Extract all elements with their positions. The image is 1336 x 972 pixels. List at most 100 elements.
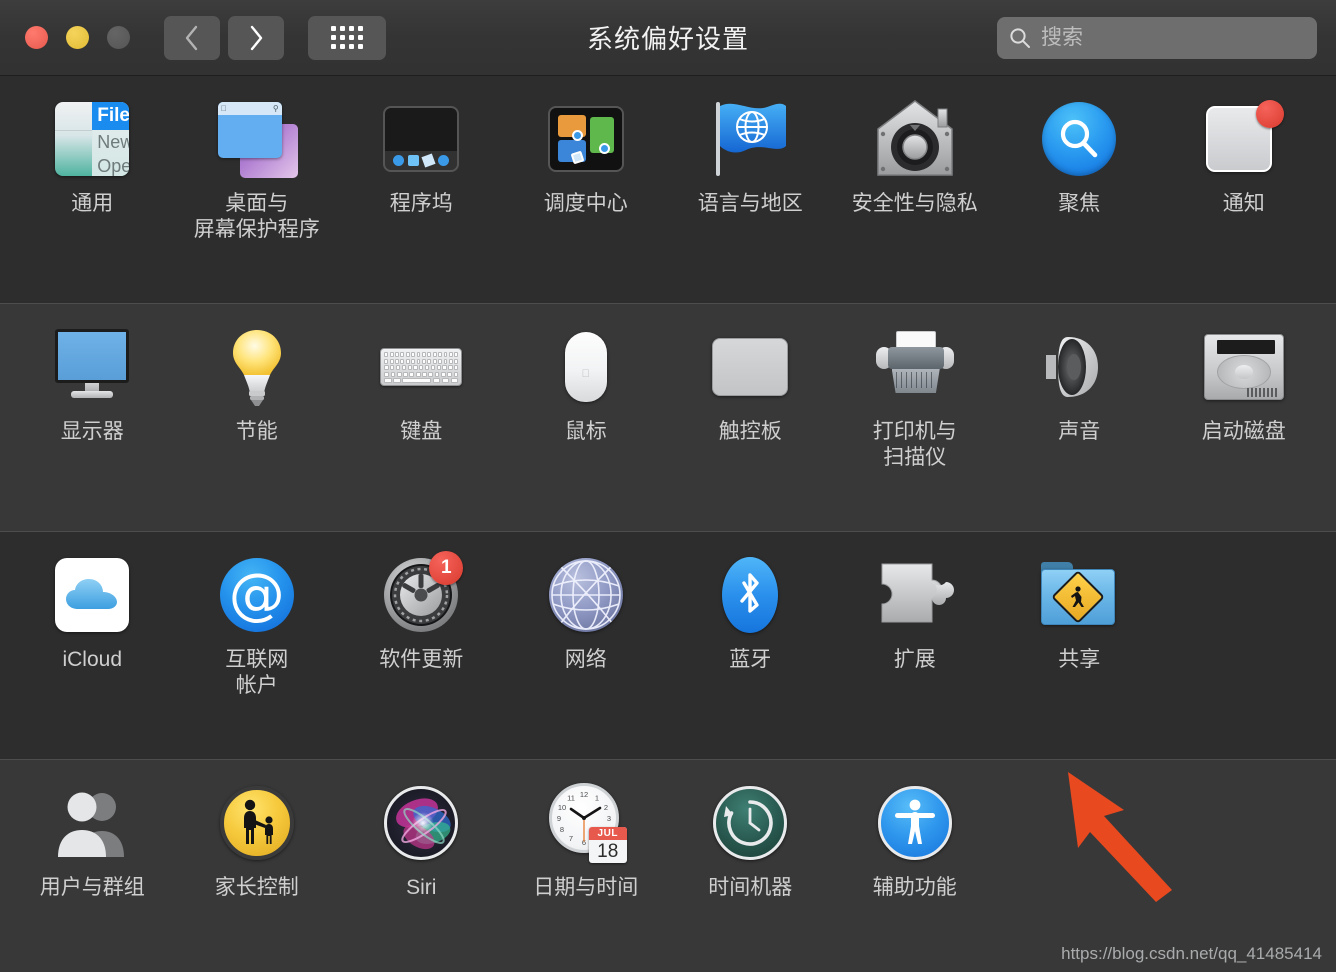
clock-arrow-icon xyxy=(724,800,773,846)
pref-item-mission-control[interactable]: 调度中心 xyxy=(504,76,669,304)
pref-item-siri[interactable]: Siri xyxy=(339,760,504,972)
pref-label-time-machine: 时间机器 xyxy=(708,876,793,899)
cloud-icon xyxy=(66,579,118,609)
forward-button[interactable] xyxy=(228,15,284,60)
pref-item-date-time[interactable]: 1212 345 678 91011 xyxy=(504,760,669,972)
pref-item-desktop-screensaver[interactable]: ⚲ 桌面与 屏幕保护程序 xyxy=(175,76,340,304)
date-time-icon: 1212 345 678 91011 xyxy=(545,782,627,864)
pref-item-sharing[interactable]: 共享 xyxy=(997,532,1162,760)
pref-item-empty-r4-b xyxy=(1162,760,1327,972)
parent-child-icon xyxy=(243,799,273,844)
search-input[interactable] xyxy=(1041,26,1312,50)
pref-label-network: 网络 xyxy=(564,648,607,671)
pref-item-bluetooth[interactable]: 蓝牙 xyxy=(668,532,833,760)
pref-item-sound[interactable]: 声音 xyxy=(997,304,1162,532)
search-field[interactable] xyxy=(997,17,1317,59)
show-all-grid-button[interactable] xyxy=(308,15,386,60)
minimize-button[interactable] xyxy=(66,26,89,49)
pref-item-printers-scanners[interactable]: 打印机与 扫描仪 xyxy=(833,304,998,532)
chevron-left-icon xyxy=(185,25,198,50)
pref-label-startup-disk: 启动磁盘 xyxy=(1201,420,1286,443)
pref-item-general[interactable]: File New Ope 通用 xyxy=(10,76,175,304)
pref-item-spotlight[interactable]: 聚焦 xyxy=(997,76,1162,304)
pref-item-energy-saver[interactable]: 节能 xyxy=(175,304,340,532)
siri-icon xyxy=(380,782,462,864)
preferences-row-3: iCloud @ 互联网 帐户 1 软件更新 网络 蓝牙 扩展 共享 xyxy=(0,531,1336,760)
pref-item-time-machine[interactable]: 时间机器 xyxy=(668,760,833,972)
pref-item-network[interactable]: 网络 xyxy=(504,532,669,760)
pref-label-trackpad: 触控板 xyxy=(718,420,782,443)
parental-controls-icon xyxy=(216,782,298,864)
accessibility-icon xyxy=(874,782,956,864)
svg-text:2: 2 xyxy=(604,803,608,812)
displays-icon xyxy=(51,326,133,408)
svg-text:1: 1 xyxy=(595,794,599,803)
pref-item-accessibility[interactable]: 辅助功能 xyxy=(833,760,998,972)
keyboard-icon xyxy=(380,326,463,408)
mission-control-icon xyxy=(545,98,627,180)
software-update-icon: 1 xyxy=(380,551,464,636)
house-safe-icon xyxy=(877,100,953,176)
flag-globe-icon xyxy=(720,103,787,153)
pref-item-dock[interactable]: 程序坞 xyxy=(339,76,504,304)
pref-label-mission-control: 调度中心 xyxy=(543,192,628,215)
calendar-month: JUL xyxy=(588,827,627,840)
traffic-light-group xyxy=(25,26,130,49)
pref-item-trackpad[interactable]: 触控板 xyxy=(668,304,833,532)
icloud-icon xyxy=(51,554,133,636)
pref-item-internet-accounts[interactable]: @ 互联网 帐户 xyxy=(175,532,340,760)
general-icon-file-label: File xyxy=(92,102,130,130)
pref-item-empty-r4-a xyxy=(997,760,1162,972)
bluetooth-glyph-icon xyxy=(740,573,759,613)
pref-label-accessibility: 辅助功能 xyxy=(872,876,957,899)
pref-item-icloud[interactable]: iCloud xyxy=(10,532,175,760)
pref-item-extensions[interactable]: 扩展 xyxy=(833,532,998,760)
svg-text:8: 8 xyxy=(560,825,564,834)
pref-item-mouse[interactable]:  鼠标 xyxy=(504,304,669,532)
pref-item-displays[interactable]: 显示器 xyxy=(10,304,175,532)
desktop-screensaver-icon: ⚲ xyxy=(216,98,298,180)
pref-label-displays: 显示器 xyxy=(60,420,124,443)
software-update-badge: 1 xyxy=(429,551,464,585)
people-icon xyxy=(58,792,125,857)
zoom-button[interactable] xyxy=(107,26,130,49)
pref-label-icloud: iCloud xyxy=(62,648,123,671)
notifications-badge xyxy=(1255,100,1284,128)
general-icon: File New Ope xyxy=(51,98,133,180)
watermark-text: https://blog.csdn.net/qq_41485414 xyxy=(1061,944,1322,963)
pref-label-sharing: 共享 xyxy=(1058,648,1101,671)
svg-text:3: 3 xyxy=(607,814,611,823)
pref-label-bluetooth: 蓝牙 xyxy=(729,648,772,671)
pref-label-date-time: 日期与时间 xyxy=(533,876,639,899)
pref-label-parental-controls: 家长控制 xyxy=(214,876,299,899)
pref-label-general: 通用 xyxy=(71,192,114,215)
close-button[interactable] xyxy=(25,26,48,49)
svg-text:9: 9 xyxy=(557,814,561,823)
language-region-icon xyxy=(709,98,791,180)
preferences-grid: File New Ope 通用 ⚲ 桌面与 屏幕保护程序 xyxy=(0,76,1336,972)
pref-item-security-privacy[interactable]: 安全性与隐私 xyxy=(833,76,998,304)
search-icon xyxy=(1010,28,1030,48)
svg-text:10: 10 xyxy=(558,803,566,812)
mouse-icon:  xyxy=(545,326,627,408)
printers-scanners-icon xyxy=(874,326,956,408)
general-icon-new-label: New xyxy=(97,132,130,152)
pref-item-users-groups[interactable]: 用户与群组 xyxy=(10,760,175,972)
startup-disk-icon xyxy=(1203,326,1285,408)
pref-label-sound: 声音 xyxy=(1058,420,1101,443)
pref-item-keyboard[interactable]: 键盘 xyxy=(339,304,504,532)
sharing-icon xyxy=(1038,554,1120,636)
pref-item-software-update[interactable]: 1 软件更新 xyxy=(339,532,504,760)
back-button[interactable] xyxy=(164,15,220,60)
bluetooth-icon xyxy=(709,554,791,636)
pref-item-notifications[interactable]: 通知 xyxy=(1162,76,1327,304)
pref-item-parental-controls[interactable]: 家长控制 xyxy=(175,760,340,972)
spotlight-icon xyxy=(1038,98,1120,180)
siri-waveform-icon xyxy=(396,798,451,850)
dock-icon xyxy=(380,98,462,180)
general-icon-open-label: Ope xyxy=(97,156,130,176)
pref-item-language-region[interactable]: 语言与地区 xyxy=(668,76,833,304)
svg-text:11: 11 xyxy=(567,794,575,803)
pref-item-startup-disk[interactable]: 启动磁盘 xyxy=(1162,304,1327,532)
pref-label-internet-accounts: 互联网 帐户 xyxy=(225,648,289,697)
